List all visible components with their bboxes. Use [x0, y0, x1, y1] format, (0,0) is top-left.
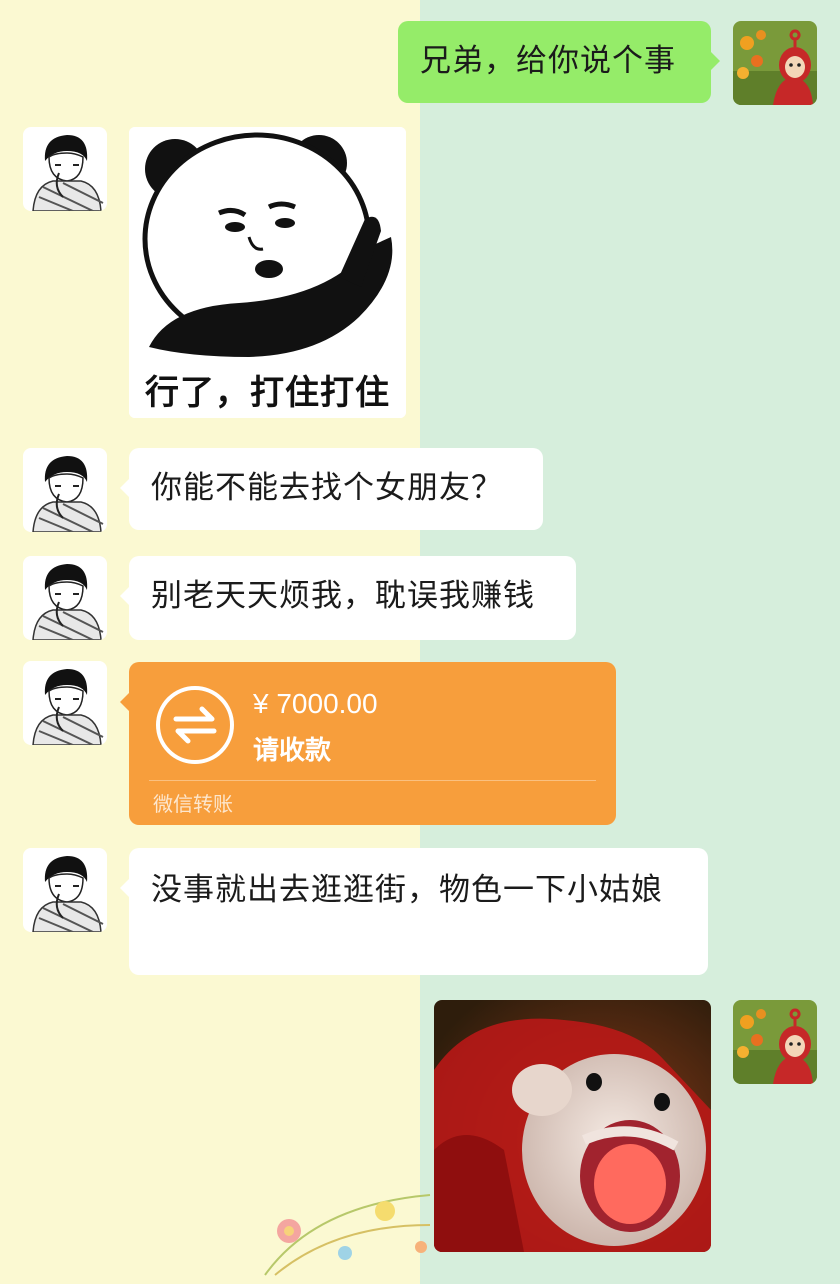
bubble-tail — [110, 586, 130, 606]
sticker-caption: 行了，打住打住 — [145, 373, 390, 413]
sent-photo[interactable] — [434, 1000, 711, 1252]
received-message-bubble[interactable]: 没事就出去逛逛街，物色一下小姑娘 — [120, 848, 708, 975]
transfer-amount: ¥ 7000.00 — [253, 688, 378, 719]
message-text: 你能不能去找个女朋友？ — [151, 470, 503, 506]
transfer-arrows-icon — [156, 686, 234, 764]
sent-message-bubble[interactable]: 兄弟，给你说个事 — [398, 21, 720, 103]
friend-avatar[interactable] — [23, 661, 107, 745]
background-decoration — [255, 1175, 435, 1280]
sender-avatar[interactable] — [733, 21, 817, 105]
transfer-label: 微信转账 — [153, 792, 233, 816]
sender-avatar[interactable] — [733, 1000, 817, 1084]
bubble-tail — [710, 51, 730, 71]
panda-sticker[interactable]: 行了，打住打住 — [129, 127, 406, 418]
received-message-bubble[interactable]: 你能不能去找个女朋友？ — [120, 448, 543, 530]
screaming-creature-image — [434, 1000, 711, 1252]
bubble-tail — [110, 478, 130, 498]
received-message-bubble[interactable]: 别老天天烦我，耽误我赚钱 — [120, 556, 576, 640]
friend-avatar[interactable] — [23, 848, 107, 932]
friend-avatar[interactable] — [23, 448, 107, 532]
message-text: 没事就出去逛逛街，物色一下小姑娘 — [151, 872, 663, 908]
message-text: 兄弟，给你说个事 — [420, 43, 676, 79]
message-text: 别老天天烦我，耽误我赚钱 — [151, 578, 535, 614]
transfer-note: 请收款 — [253, 736, 332, 766]
bubble-tail — [110, 878, 130, 898]
friend-avatar[interactable] — [23, 127, 107, 211]
friend-avatar[interactable] — [23, 556, 107, 640]
transfer-divider — [149, 780, 596, 781]
bubble-tail — [110, 692, 130, 712]
transfer-card[interactable]: ¥ 7000.00 请收款 微信转账 — [120, 662, 616, 825]
